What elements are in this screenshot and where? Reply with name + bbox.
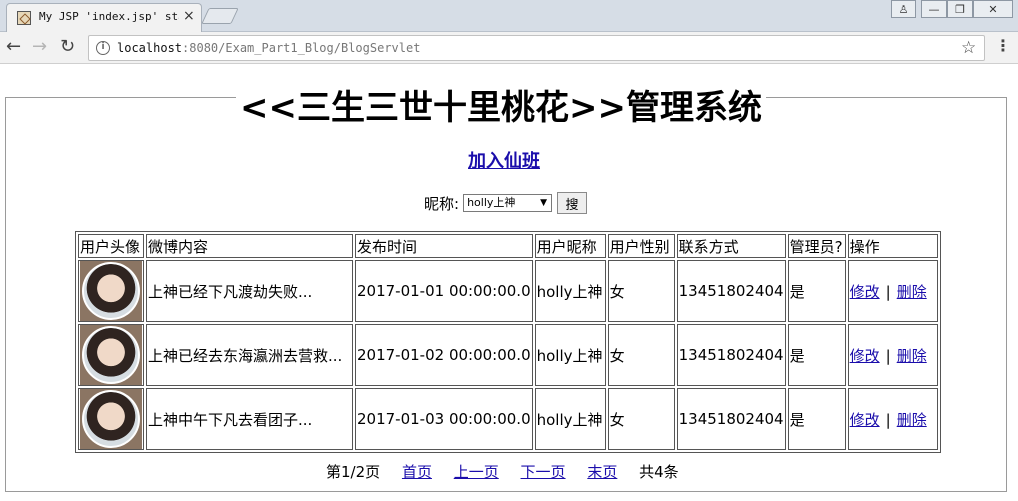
- url-path: :8080/Exam_Part1_Blog/BlogServlet: [182, 41, 421, 55]
- header-actions: 操作: [847, 234, 938, 258]
- admin-cell: 是: [787, 388, 846, 450]
- address-bar[interactable]: i localhost:8080/Exam_Part1_Blog/BlogSer…: [88, 35, 985, 61]
- header-avatar: 用户头像: [78, 234, 144, 258]
- edit-link[interactable]: 修改: [850, 411, 880, 429]
- time-cell: 2017-01-02 00:00:00.0: [355, 324, 533, 386]
- header-gender: 用户性别: [607, 234, 675, 258]
- nickname-cell: holly上神: [534, 260, 606, 322]
- forward-arrow-icon[interactable]: →: [32, 36, 47, 57]
- edit-link[interactable]: 修改: [850, 283, 880, 301]
- gender-cell: 女: [607, 388, 675, 450]
- time-cell: 2017-01-01 00:00:00.0: [355, 260, 533, 322]
- user-profile-icon[interactable]: ♙: [891, 0, 916, 18]
- url-text: localhost:8080/Exam_Part1_Blog/BlogServl…: [117, 41, 420, 55]
- header-nickname: 用户昵称: [534, 234, 606, 258]
- back-arrow-icon[interactable]: ←: [6, 36, 21, 57]
- delete-link[interactable]: 删除: [897, 283, 927, 301]
- browser-toolbar: ← → ↻ i localhost:8080/Exam_Part1_Blog/B…: [0, 32, 1018, 64]
- maximize-icon[interactable]: ❐: [947, 0, 973, 18]
- actions-cell: 修改 | 删除: [847, 324, 938, 386]
- action-separator: |: [885, 410, 891, 429]
- admin-cell: 是: [787, 324, 846, 386]
- admin-cell: 是: [787, 260, 846, 322]
- page-favicon-icon: [17, 11, 31, 25]
- avatar-photo: [82, 262, 140, 320]
- search-button[interactable]: 搜: [557, 192, 588, 214]
- gender-cell: 女: [607, 324, 675, 386]
- header-time: 发布时间: [355, 234, 533, 258]
- actions-cell: 修改 | 删除: [847, 260, 938, 322]
- browser-menu-icon[interactable]: ⋮: [995, 36, 1011, 55]
- site-info-icon[interactable]: i: [96, 41, 110, 55]
- action-separator: |: [885, 282, 891, 301]
- header-admin: 管理员?: [787, 234, 846, 258]
- delete-link[interactable]: 删除: [897, 411, 927, 429]
- header-content: 微博内容: [146, 234, 353, 258]
- minimize-icon[interactable]: —: [921, 0, 947, 18]
- new-tab-button[interactable]: [201, 8, 239, 24]
- avatar-photo: [82, 326, 140, 384]
- avatar: [80, 325, 142, 385]
- page-title: <<三生三世十里桃花>>管理系统: [236, 80, 766, 128]
- last-page-link[interactable]: 末页: [587, 463, 617, 481]
- tab-close-icon[interactable]: ×: [183, 8, 195, 24]
- nickname-cell: holly上神: [534, 388, 606, 450]
- action-separator: |: [885, 346, 891, 365]
- time-cell: 2017-01-03 00:00:00.0: [355, 388, 533, 450]
- phone-cell: 13451802404: [676, 388, 786, 450]
- nickname-label: 昵称:: [424, 194, 460, 213]
- gender-cell: 女: [607, 260, 675, 322]
- reload-icon[interactable]: ↻: [60, 36, 75, 57]
- actions-cell: 修改 | 删除: [847, 388, 938, 450]
- table-row: 上神已经去东海瀛洲去营救... 2017-01-02 00:00:00.0 ho…: [78, 324, 938, 386]
- avatar: [80, 389, 142, 449]
- edit-link[interactable]: 修改: [850, 347, 880, 365]
- url-host: localhost: [117, 41, 183, 55]
- page-status: 第1/2页: [326, 463, 381, 481]
- join-link[interactable]: 加入仙班: [468, 147, 540, 173]
- table-row: 上神中午下凡去看团子... 2017-01-03 00:00:00.0 holl…: [78, 388, 938, 450]
- phone-cell: 13451802404: [676, 260, 786, 322]
- phone-cell: 13451802404: [676, 324, 786, 386]
- blog-table: 用户头像 微博内容 发布时间 用户昵称 用户性别 联系方式 管理员? 操作 上神…: [75, 231, 941, 453]
- table-row: 上神已经下凡渡劫失败... 2017-01-01 00:00:00.0 holl…: [78, 260, 938, 322]
- total-count: 共4条: [639, 463, 679, 481]
- content-cell: 上神中午下凡去看团子...: [146, 388, 353, 450]
- avatar-cell: [78, 260, 144, 322]
- pagination: 第1/2页 首页 上一页 下一页 末页 共4条: [326, 461, 679, 482]
- table-header-row: 用户头像 微博内容 发布时间 用户昵称 用户性别 联系方式 管理员? 操作: [78, 234, 938, 258]
- avatar-cell: [78, 324, 144, 386]
- first-page-link[interactable]: 首页: [402, 463, 432, 481]
- avatar: [80, 261, 142, 321]
- nickname-select[interactable]: holly上神: [463, 194, 553, 212]
- next-page-link[interactable]: 下一页: [521, 463, 566, 481]
- browser-tab[interactable]: My JSP 'index.jsp' sta ×: [6, 3, 202, 32]
- search-form: 昵称: holly上神 搜: [424, 192, 588, 214]
- avatar-photo: [82, 390, 140, 448]
- bookmark-star-icon[interactable]: ☆: [961, 38, 976, 58]
- close-window-icon[interactable]: ✕: [973, 0, 1013, 18]
- content-cell: 上神已经去东海瀛洲去营救...: [146, 324, 353, 386]
- tab-strip: My JSP 'index.jsp' sta × ♙ — ❐ ✕: [0, 0, 1018, 32]
- nickname-cell: holly上神: [534, 324, 606, 386]
- avatar-cell: [78, 388, 144, 450]
- delete-link[interactable]: 删除: [897, 347, 927, 365]
- prev-page-link[interactable]: 上一页: [454, 463, 499, 481]
- content-cell: 上神已经下凡渡劫失败...: [146, 260, 353, 322]
- header-phone: 联系方式: [676, 234, 786, 258]
- tab-title: My JSP 'index.jsp' sta: [39, 10, 179, 23]
